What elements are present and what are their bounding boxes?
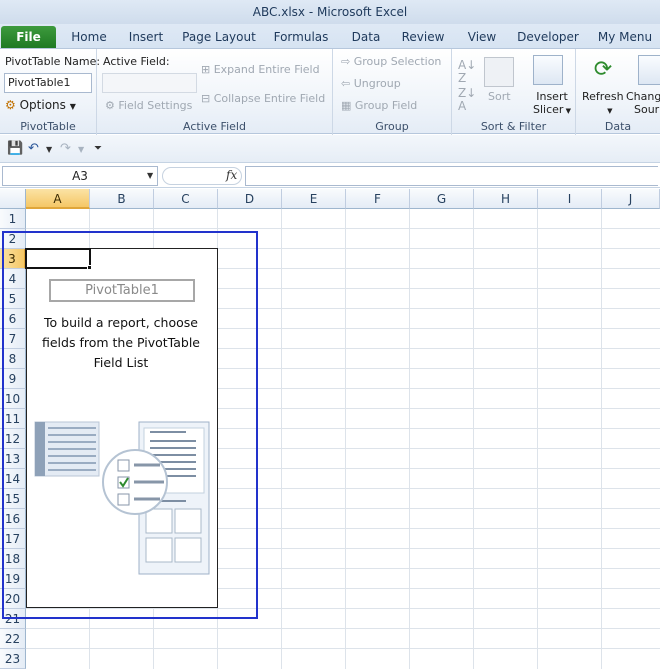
- insert-slicer-button[interactable]: Insert Slicer ▼: [533, 90, 571, 118]
- active-field-label: Active Field:: [103, 55, 170, 68]
- group-field-button[interactable]: ▦ Group Field: [341, 99, 417, 112]
- name-box[interactable]: A3: [2, 166, 158, 186]
- formula-input[interactable]: [245, 166, 658, 186]
- tab-data[interactable]: Data: [344, 26, 388, 48]
- field-list-illustration-icon: [34, 421, 210, 575]
- pivottable-name-label: PivotTable Name:: [5, 55, 101, 68]
- sort-az-icon: A↓ Z: [458, 58, 477, 85]
- pivottable-group-label: PivotTable: [20, 120, 76, 133]
- active-field-group: Active Field: ⚙ Field Settings ⊞ Expand …: [97, 49, 333, 135]
- active-field-group-label: Active Field: [183, 120, 246, 133]
- tab-insert[interactable]: Insert: [122, 26, 170, 48]
- tab-page-layout[interactable]: Page Layout: [178, 26, 260, 48]
- sort-button[interactable]: Sort: [488, 90, 511, 103]
- checkbox-magnifier-icon: [102, 449, 168, 515]
- save-icon[interactable]: 💾: [7, 141, 23, 156]
- options-label: Options: [19, 98, 66, 112]
- group-field-label: Group Field: [354, 99, 418, 112]
- ribbon-tabs: File Home Insert Page Layout Formulas Da…: [0, 24, 660, 48]
- change-source-line2: Sour: [634, 103, 660, 116]
- ungroup-label: Ungroup: [353, 77, 401, 90]
- options-icon: ⚙: [5, 98, 16, 112]
- mini-table-icon: [34, 421, 100, 477]
- group-selection-button[interactable]: ⇨ Group Selection: [341, 55, 441, 68]
- group-group: ⇨ Group Selection ⇦ Ungroup ▦ Group Fiel…: [333, 49, 452, 135]
- chevron-down-icon[interactable]: ▼: [78, 145, 84, 154]
- ungroup-icon: ⇦: [341, 77, 351, 90]
- collapse-label: Collapse Entire Field: [213, 92, 326, 105]
- change-source-line1: Chang: [626, 90, 660, 103]
- tab-my-menu[interactable]: My Menu: [592, 26, 658, 48]
- tab-file[interactable]: File: [1, 26, 56, 48]
- active-field-input[interactable]: [102, 73, 197, 93]
- customize-qat-icon[interactable]: ⏷: [94, 143, 102, 154]
- window-title: ABC.xlsx - Microsoft Excel: [0, 0, 660, 24]
- chevron-down-icon[interactable]: ▼: [46, 145, 52, 154]
- chevron-down-icon[interactable]: ▼: [147, 166, 153, 186]
- chevron-down-icon: ▼: [69, 102, 76, 111]
- sort-za-button[interactable]: Z↓ A: [458, 87, 476, 113]
- expand-field-button[interactable]: ⊞ Expand Entire Field: [201, 63, 320, 76]
- refresh-icon: ⟳: [593, 57, 613, 82]
- sort-za-icon: Z↓ A: [458, 86, 477, 113]
- group-field-icon: ▦: [341, 99, 352, 112]
- group-selection-icon: ⇨: [341, 55, 351, 68]
- tab-review[interactable]: Review: [397, 26, 449, 48]
- collapse-icon: ⊟: [201, 92, 211, 105]
- tab-developer[interactable]: Developer: [515, 26, 581, 48]
- pivottable-group: PivotTable Name: PivotTable1 ⚙ Options ▼…: [0, 49, 101, 135]
- tab-formulas[interactable]: Formulas: [270, 26, 332, 48]
- ribbon: PivotTable Name: PivotTable1 ⚙ Options ▼…: [0, 48, 660, 135]
- expand-label: Expand Entire Field: [213, 63, 320, 76]
- field-settings-label: Field Settings: [118, 99, 193, 112]
- refresh-label: Refresh: [582, 90, 624, 103]
- insert-slicer-line1: Insert: [536, 90, 568, 103]
- tab-view[interactable]: View: [460, 26, 504, 48]
- quick-access-toolbar: 💾 ↶ ▼ ↷ ▼ ⏷: [0, 135, 660, 163]
- field-settings-icon: ⚙: [105, 99, 115, 112]
- data-group-label: Data: [604, 120, 632, 133]
- redo-icon[interactable]: ↷: [60, 141, 71, 156]
- sort-az-button[interactable]: A↓ Z: [458, 59, 476, 85]
- undo-icon[interactable]: ↶: [28, 141, 39, 156]
- options-button[interactable]: ⚙ Options ▼: [5, 98, 76, 112]
- collapse-field-button[interactable]: ⊟ Collapse Entire Field: [201, 92, 325, 105]
- chevron-down-icon: ▼: [607, 107, 613, 115]
- formula-bar: A3 ▼ fx: [0, 164, 660, 188]
- field-settings-button[interactable]: ⚙ Field Settings: [105, 99, 192, 112]
- group-group-label: Group: [375, 120, 409, 133]
- worksheet-grid: A B C D E F G H I J 1 2 3 4 5 6 7 8 9 10…: [0, 189, 660, 669]
- tab-home[interactable]: Home: [62, 26, 116, 48]
- pivottable-name-input[interactable]: PivotTable1: [4, 73, 92, 93]
- chevron-down-icon: ▼: [563, 107, 572, 115]
- change-source-button[interactable]: Chang Sour: [626, 90, 660, 116]
- sort-filter-group: A↓ Z Z↓ A Sort Insert Slicer ▼ Sort & Filt…: [452, 49, 576, 135]
- refresh-button[interactable]: Refresh ▼: [582, 90, 624, 118]
- change-source-icon: [638, 55, 660, 85]
- group-selection-label: Group Selection: [353, 55, 442, 68]
- data-group: ⟳ Refresh ▼ Chang Sour Data: [576, 49, 660, 135]
- ungroup-button[interactable]: ⇦ Ungroup: [341, 77, 401, 90]
- insert-function-icon[interactable]: fx: [226, 168, 237, 182]
- expand-icon: ⊞: [201, 63, 211, 76]
- insert-slicer-icon: [533, 55, 563, 85]
- insert-slicer-line2: Slicer: [533, 103, 564, 116]
- sort-filter-group-label: Sort & Filter: [480, 120, 547, 133]
- sort-icon: [484, 57, 514, 87]
